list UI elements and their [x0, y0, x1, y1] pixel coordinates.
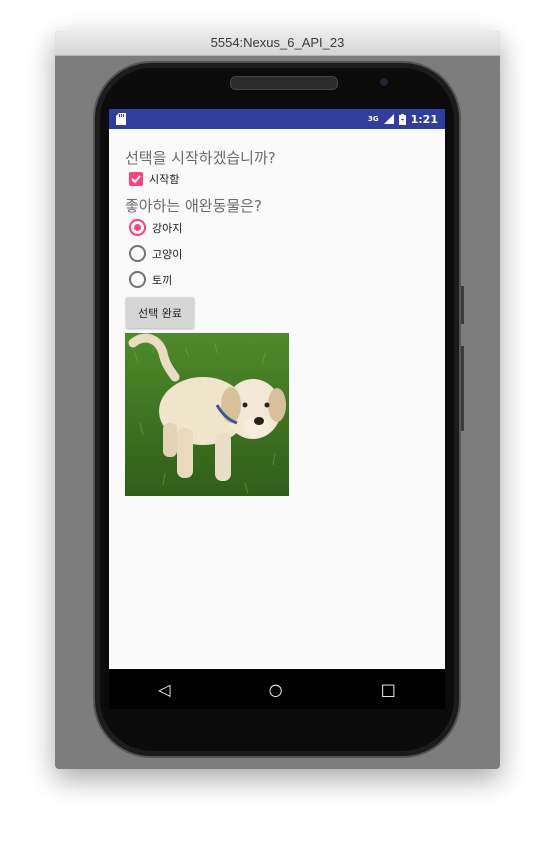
clock: 1:21 — [410, 112, 438, 126]
radio-rabbit[interactable]: 토끼 — [129, 271, 172, 288]
status-bar: 3G 1:21 — [109, 109, 445, 129]
radio-cat[interactable]: 고양이 — [129, 245, 182, 262]
network-type: 3G — [368, 115, 379, 123]
start-checkbox-row[interactable]: 시작함 — [129, 171, 179, 187]
start-checkbox[interactable] — [129, 172, 143, 186]
back-icon[interactable]: ◁ — [158, 680, 170, 699]
sd-card-icon — [116, 113, 126, 125]
recents-icon[interactable]: □ — [381, 680, 396, 699]
power-button[interactable] — [461, 346, 464, 431]
radio-label-cat: 고양이 — [152, 247, 183, 261]
navigation-bar: ◁ ○ □ — [109, 669, 445, 709]
earpiece-speaker — [230, 76, 338, 90]
pet-photo-puppy — [125, 333, 289, 496]
check-icon — [131, 175, 141, 184]
radio-button-cat[interactable] — [129, 245, 146, 262]
radio-button-rabbit[interactable] — [129, 271, 146, 288]
radio-label-dog: 강아지 — [152, 221, 183, 235]
question-pet: 좋아하는 애완동물은? — [125, 197, 262, 215]
question-start: 선택을 시작하겠습니까? — [125, 149, 276, 167]
front-camera — [380, 78, 388, 86]
radio-label-rabbit: 토끼 — [152, 273, 173, 287]
radio-button-dog[interactable] — [129, 219, 146, 236]
device-screen: 3G 1:21 선택을 시작하겠습니까? 시작함 좋아하는 애완동물은? 강아지… — [109, 109, 445, 709]
emulator-window: 5554:Nexus_6_API_23 3G 1:21 선택을 시작하겠습니까? — [55, 31, 500, 769]
window-title: 5554:Nexus_6_API_23 — [55, 31, 500, 56]
battery-icon — [398, 113, 406, 125]
done-button[interactable]: 선택 완료 — [126, 297, 194, 328]
signal-icon — [383, 114, 394, 124]
home-icon[interactable]: ○ — [269, 680, 283, 699]
start-checkbox-label: 시작함 — [149, 173, 180, 186]
radio-dog[interactable]: 강아지 — [129, 219, 182, 236]
volume-button[interactable] — [461, 286, 464, 324]
